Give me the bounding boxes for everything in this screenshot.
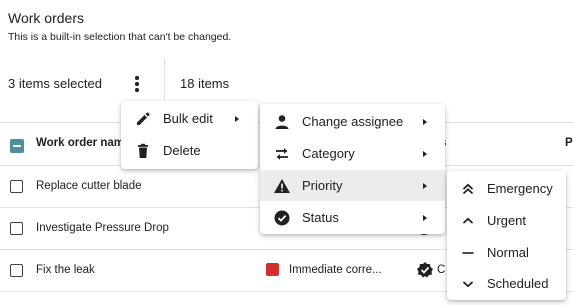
row-name: Fix the leak [36, 264, 95, 276]
menu-item-label: Status [302, 210, 339, 225]
column-header-name[interactable]: Work order nam [36, 137, 126, 149]
trash-icon [134, 142, 152, 160]
menu-item-delete[interactable]: Delete [121, 135, 258, 166]
page-subtitle: This is a built-in selection that can't … [8, 31, 232, 43]
menu-item-priority[interactable]: Priority [260, 170, 445, 201]
menu-item-bulk-edit[interactable]: Bulk edit [121, 103, 258, 134]
category-color-swatch [266, 263, 279, 276]
menu-item-status[interactable]: Status [260, 202, 445, 233]
bulk-actions-menu: Bulk edit Delete [121, 101, 258, 169]
warning-icon [273, 177, 291, 195]
menu-item-urgent[interactable]: Urgent [447, 205, 566, 236]
more-vert-icon[interactable] [128, 74, 146, 94]
item-count: 18 items [180, 76, 230, 91]
menu-item-change-assignee[interactable]: Change assignee [260, 106, 445, 137]
menu-item-label: Scheduled [487, 276, 549, 291]
row-name: Replace cutter blade [36, 180, 142, 192]
row-checkbox[interactable] [10, 222, 23, 235]
select-all-checkbox[interactable] [10, 139, 24, 153]
menu-item-scheduled[interactable]: Scheduled [447, 268, 566, 299]
row-checkbox[interactable] [10, 264, 23, 277]
dash-icon [459, 244, 477, 262]
menu-item-label: Category [302, 146, 355, 161]
menu-item-emergency[interactable]: Emergency [447, 173, 566, 204]
submenu-arrow-icon [423, 150, 427, 157]
menu-item-label: Urgent [487, 213, 527, 228]
menu-item-label: Priority [302, 178, 343, 193]
submenu-arrow-icon [423, 182, 427, 189]
page-title: Work orders [8, 10, 84, 26]
submenu-arrow-icon [235, 115, 239, 122]
verified-check-icon [416, 261, 434, 279]
swap-arrows-icon [273, 145, 291, 163]
menu-item-label: Change assignee [302, 114, 404, 129]
person-icon [273, 113, 291, 131]
submenu-arrow-icon [423, 214, 427, 221]
menu-item-label: Emergency [487, 181, 553, 196]
menu-item-category[interactable]: Category [260, 138, 445, 169]
row-checkbox[interactable] [10, 180, 23, 193]
chevron-up-icon [459, 212, 477, 230]
selected-count: 3 items selected [8, 76, 102, 91]
bulk-edit-submenu: Change assignee Category Priority Status [260, 104, 445, 234]
double-chevron-up-icon [459, 180, 477, 198]
menu-item-label: Bulk edit [163, 111, 213, 126]
row-name: Investigate Pressure Drop [36, 222, 169, 234]
submenu-arrow-icon [423, 118, 427, 125]
check-circle-icon [273, 209, 291, 227]
menu-item-normal[interactable]: Normal [447, 237, 566, 268]
pencil-icon [134, 110, 152, 128]
menu-item-label: Normal [487, 245, 529, 260]
chevron-down-icon [459, 275, 477, 293]
row-status: C [437, 264, 446, 276]
menu-item-label: Delete [163, 143, 201, 158]
column-header-priority[interactable]: P [565, 137, 573, 149]
priority-submenu: Emergency Urgent Normal Scheduled [447, 171, 566, 300]
row-category: Immediate corre... [289, 264, 382, 276]
